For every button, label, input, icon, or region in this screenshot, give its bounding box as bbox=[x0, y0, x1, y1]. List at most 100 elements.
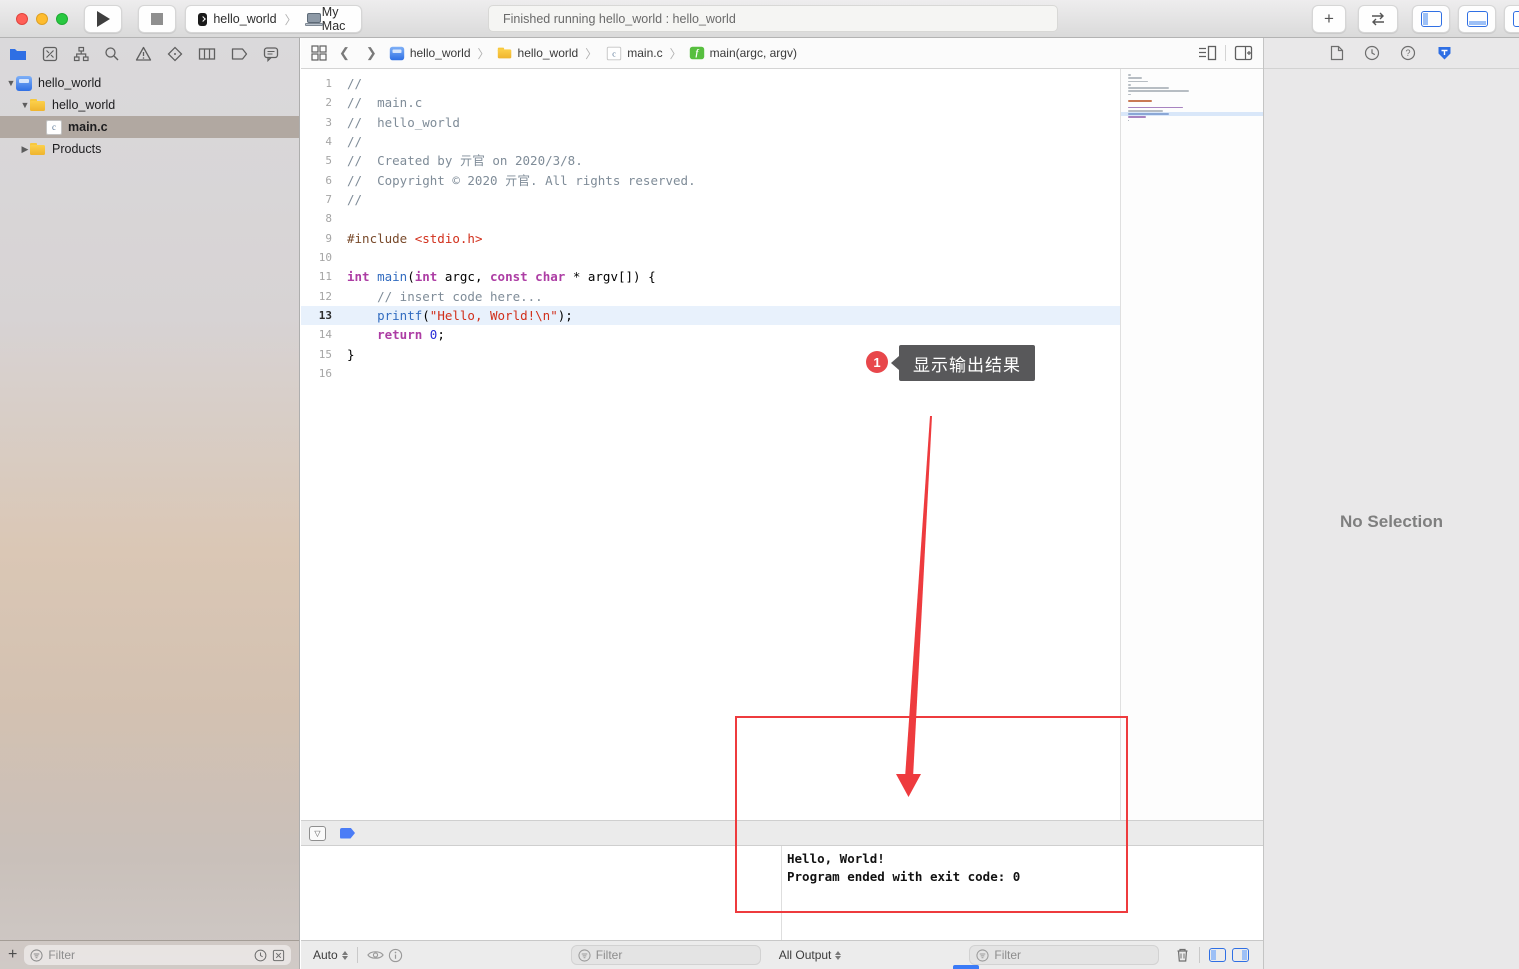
tree-item-label: Products bbox=[52, 142, 101, 156]
toggle-inspector-button[interactable] bbox=[1504, 5, 1519, 33]
breadcrumb-item[interactable]: fmain(argc, argv) bbox=[689, 46, 797, 60]
navigator-filter-field[interactable]: Filter bbox=[24, 945, 291, 965]
disclosure-triangle-icon[interactable]: ▶ bbox=[20, 144, 30, 155]
plus-icon: + bbox=[1324, 9, 1334, 29]
report-navigator-icon[interactable] bbox=[263, 46, 279, 62]
code-line-6[interactable]: 6// Copyright © 2020 亓官. All rights rese… bbox=[301, 171, 1120, 190]
debug-bottom-bar: Auto Filter All Output Filter bbox=[301, 940, 1263, 969]
tree-item-main_c[interactable]: cmain.c bbox=[0, 116, 299, 138]
code-line-10[interactable]: 10 bbox=[301, 248, 1120, 267]
run-button[interactable] bbox=[84, 5, 122, 33]
scm-status-filter-icon[interactable] bbox=[272, 949, 285, 962]
console-filter-field[interactable]: Filter bbox=[969, 945, 1159, 965]
window-toolbar: hello_world 〉 My Mac Finished running he… bbox=[0, 0, 1519, 38]
scheme-selector[interactable]: hello_world 〉 My Mac bbox=[185, 5, 362, 33]
disclosure-triangle-icon[interactable]: ▼ bbox=[6, 78, 16, 88]
code-line-14[interactable]: 14 return 0; bbox=[301, 325, 1120, 344]
breakpoints-enabled-icon[interactable] bbox=[340, 828, 355, 839]
code-line-2[interactable]: 2// main.c bbox=[301, 93, 1120, 112]
clear-console-trash-icon[interactable] bbox=[1175, 947, 1190, 963]
code-line-8[interactable]: 8 bbox=[301, 209, 1120, 228]
code-line-1[interactable]: 1// bbox=[301, 74, 1120, 93]
variables-scope-popup[interactable]: Auto bbox=[313, 948, 348, 962]
destination-mac-icon bbox=[305, 13, 316, 26]
folder-icon bbox=[30, 98, 46, 112]
accessibility-inspector-icon[interactable] bbox=[1436, 45, 1453, 61]
toggle-debug-area-button[interactable] bbox=[1458, 5, 1496, 33]
status-text: Finished running hello_world : hello_wor… bbox=[503, 12, 736, 26]
folder-icon bbox=[497, 47, 511, 60]
source-code-editor[interactable]: 1//2// main.c3// hello_world4//5// Creat… bbox=[301, 69, 1120, 820]
show-variables-view-toggle[interactable] bbox=[1209, 948, 1226, 962]
add-editor-icon[interactable] bbox=[1234, 45, 1253, 61]
code-line-7[interactable]: 7// bbox=[301, 190, 1120, 209]
xcode-window: { "toolbar": { "scheme_target": "hello_w… bbox=[0, 0, 1519, 969]
related-items-icon[interactable] bbox=[311, 45, 327, 61]
minimap-toggle-icon[interactable] bbox=[1198, 45, 1217, 61]
breadcrumb-item[interactable]: hello_world bbox=[389, 46, 471, 61]
info-icon[interactable] bbox=[388, 948, 403, 963]
go-forward-button[interactable]: ❯ bbox=[362, 45, 381, 61]
minimap-line bbox=[1128, 77, 1142, 79]
code-line-11[interactable]: 11int main(int argc, const char * argv[]… bbox=[301, 267, 1120, 286]
quicklook-eye-icon[interactable] bbox=[367, 949, 384, 961]
hide-debug-area-button[interactable]: ▽ bbox=[309, 826, 326, 841]
filter-placeholder: Filter bbox=[596, 948, 623, 962]
library-add-button[interactable]: + bbox=[1312, 5, 1346, 33]
popup-chevrons-icon bbox=[342, 951, 348, 960]
close-window-button[interactable] bbox=[16, 13, 28, 25]
function-icon: f bbox=[689, 47, 703, 60]
zoom-window-button[interactable] bbox=[56, 13, 68, 25]
annotation-highlight-rectangle bbox=[735, 716, 1128, 913]
show-console-toggle[interactable] bbox=[1232, 948, 1249, 962]
file-inspector-icon[interactable] bbox=[1330, 45, 1344, 61]
minimize-window-button[interactable] bbox=[36, 13, 48, 25]
variables-filter-field[interactable]: Filter bbox=[571, 945, 761, 965]
code-text: // hello_world bbox=[347, 113, 460, 132]
symbol-navigator-icon[interactable] bbox=[73, 46, 89, 62]
code-line-12[interactable]: 12 // insert code here... bbox=[301, 287, 1120, 306]
tree-item-hello_world[interactable]: ▼hello_world bbox=[0, 94, 299, 116]
project-navigator-icon[interactable] bbox=[9, 46, 27, 62]
recent-files-clock-icon[interactable] bbox=[254, 949, 267, 962]
test-navigator-icon[interactable] bbox=[167, 46, 183, 62]
line-number: 14 bbox=[301, 325, 347, 344]
code-line-13[interactable]: 13 printf("Hello, World!\n"); bbox=[301, 306, 1120, 325]
breadcrumb-item[interactable]: cmain.c bbox=[604, 46, 662, 61]
code-line-4[interactable]: 4// bbox=[301, 132, 1120, 151]
add-file-button[interactable]: + bbox=[8, 946, 17, 964]
code-line-5[interactable]: 5// Created by 亓官 on 2020/3/8. bbox=[301, 151, 1120, 170]
minimap-line bbox=[1128, 84, 1131, 86]
code-line-9[interactable]: 9#include <stdio.h> bbox=[301, 229, 1120, 248]
code-line-3[interactable]: 3// hello_world bbox=[301, 113, 1120, 132]
editor-mode-button[interactable] bbox=[1358, 5, 1398, 33]
issue-navigator-icon[interactable] bbox=[135, 46, 152, 62]
history-inspector-icon[interactable] bbox=[1364, 45, 1380, 61]
console-scope-label: All Output bbox=[779, 948, 832, 962]
minimap[interactable] bbox=[1120, 69, 1263, 820]
annotation-tooltip-text: 显示输出结果 bbox=[913, 351, 1021, 376]
scheme-destination-label[interactable]: My Mac bbox=[322, 5, 349, 33]
stop-icon bbox=[151, 13, 163, 25]
swap-arrows-icon bbox=[1369, 12, 1387, 26]
cfile-icon: c bbox=[46, 120, 62, 135]
breadcrumb-label: hello_world bbox=[410, 46, 471, 60]
variables-view[interactable] bbox=[301, 846, 781, 940]
toggle-navigator-button[interactable] bbox=[1412, 5, 1450, 33]
source-control-icon[interactable] bbox=[42, 46, 58, 62]
play-icon bbox=[97, 11, 110, 27]
find-navigator-icon[interactable] bbox=[104, 46, 120, 62]
tree-item-Products[interactable]: ▶ Products bbox=[0, 138, 299, 160]
code-text: // bbox=[347, 132, 362, 151]
tree-item-hello_world[interactable]: ▼hello_world bbox=[0, 72, 299, 94]
debug-navigator-icon[interactable] bbox=[198, 46, 216, 62]
go-back-button[interactable]: ❮ bbox=[335, 45, 354, 61]
line-number: 8 bbox=[301, 209, 347, 228]
quick-help-inspector-icon[interactable]: ? bbox=[1400, 45, 1416, 61]
scheme-target-label[interactable]: hello_world bbox=[213, 12, 276, 26]
disclosure-triangle-icon[interactable]: ▼ bbox=[20, 100, 30, 110]
breakpoint-navigator-icon[interactable] bbox=[231, 47, 248, 61]
console-scope-popup[interactable]: All Output bbox=[779, 948, 842, 962]
breadcrumb-item[interactable]: hello_world bbox=[497, 46, 579, 60]
stop-button[interactable] bbox=[138, 5, 176, 33]
